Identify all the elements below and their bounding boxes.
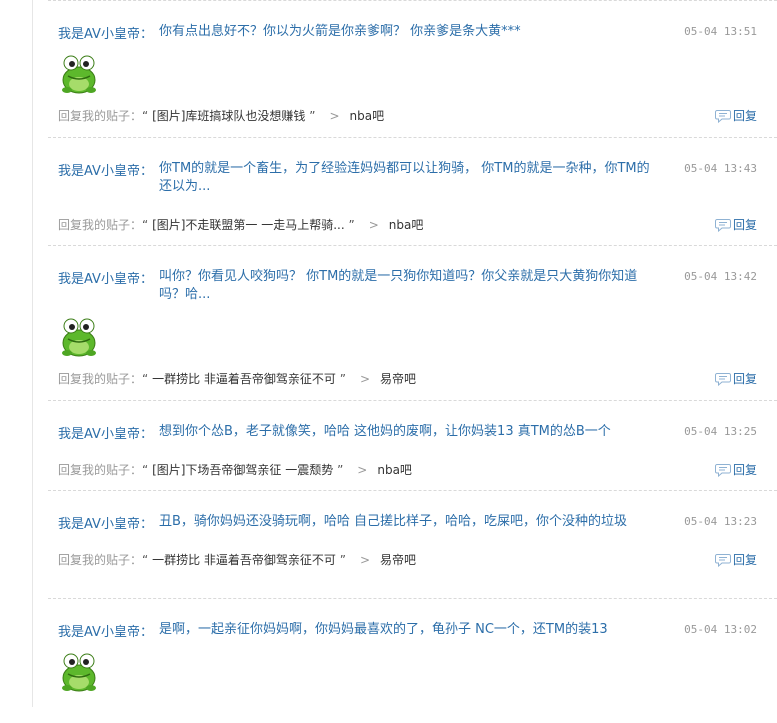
reply-author-link[interactable]: 我是AV小皇帝： bbox=[58, 268, 153, 287]
open-quote: “ bbox=[142, 218, 149, 232]
reply-time: 05-04 13:43 bbox=[684, 162, 757, 175]
reply-content-link[interactable]: 想到你个怂B，老子就像笑，哈哈 这他妈的废啊，让你妈装13 真TM的怂B一个 bbox=[159, 423, 659, 441]
post-title-link[interactable]: [图片]不走联盟第一 一走马上帮骑... bbox=[152, 218, 345, 232]
reply-item: 我是AV小皇帝： 是啊，一起亲征你妈妈啊，你妈妈最喜欢的了，龟孙子 NC一个，还… bbox=[48, 598, 777, 713]
reply-author-link[interactable]: 我是AV小皇帝： bbox=[58, 513, 153, 532]
close-quote: ” bbox=[339, 372, 346, 386]
reply-meta: 回复我的贴子：“ [图片]库班搞球队也没想赚钱 ” > nba吧 回复 bbox=[48, 107, 777, 125]
reply-item: 我是AV小皇帝： 你TM的就是一个畜生，为了经验连妈妈都可以让狗骑， 你TM的就… bbox=[48, 137, 777, 245]
forum-link[interactable]: nba吧 bbox=[389, 218, 424, 232]
reply-button[interactable]: 回复 bbox=[714, 461, 757, 478]
reply-time: 05-04 13:42 bbox=[684, 270, 757, 283]
close-quote: ” bbox=[337, 463, 344, 477]
reply-prefix-label: 回复我的贴子： bbox=[58, 218, 143, 232]
reply-content-link[interactable]: 你有点出息好不？你以为火箭是你亲爹啊？ 你亲爹是条大黄*** bbox=[159, 23, 659, 41]
reply-item: 我是AV小皇帝： 想到你个怂B，老子就像笑，哈哈 这他妈的废啊，让你妈装13 真… bbox=[48, 400, 777, 490]
forum-link[interactable]: nba吧 bbox=[377, 463, 412, 477]
reply-meta: 回复我的贴子：“ [图片]不走联盟第一 一走马上帮骑... ” > nba吧 回复 bbox=[48, 216, 777, 234]
speech-bubble-icon bbox=[714, 109, 731, 123]
reply-time: 05-04 13:51 bbox=[684, 25, 757, 38]
frog-emoticon-icon bbox=[62, 653, 96, 692]
reply-label[interactable]: 回复 bbox=[733, 370, 757, 387]
separator-glyph: > bbox=[359, 372, 370, 386]
reply-label[interactable]: 回复 bbox=[733, 216, 757, 233]
close-quote: ” bbox=[348, 218, 355, 232]
post-title-link[interactable]: 一群捞比 非逼着吾帝御驾亲征不可 bbox=[152, 553, 336, 567]
open-quote: “ bbox=[142, 553, 149, 567]
reply-prefix-label: 回复我的贴子： bbox=[58, 553, 143, 567]
reply-meta: 回复我的贴子：“ [图片]下场吾帝御驾亲征 一震颓势 ” > nba吧 回复 bbox=[48, 461, 777, 479]
reply-label[interactable]: 回复 bbox=[733, 461, 757, 478]
reply-button[interactable]: 回复 bbox=[714, 370, 757, 387]
reply-author-link[interactable]: 我是AV小皇帝： bbox=[58, 621, 153, 640]
frog-emoticon-icon bbox=[62, 318, 96, 357]
open-quote: “ bbox=[142, 372, 149, 386]
post-title-link[interactable]: [图片]下场吾帝御驾亲征 一震颓势 bbox=[152, 463, 333, 477]
reply-prefix-label: 回复我的贴子： bbox=[58, 463, 143, 477]
reply-prefix-label: 回复我的贴子： bbox=[58, 372, 143, 386]
reply-meta: 回复我的贴子：“ 一群捞比 非逼着吾帝御驾亲征不可 ” > 易帝吧 回复 bbox=[48, 551, 777, 569]
reply-author-link[interactable]: 我是AV小皇帝： bbox=[58, 160, 153, 179]
reply-content-link[interactable]: 是啊，一起亲征你妈妈啊，你妈妈最喜欢的了，龟孙子 NC一个，还TM的装13 bbox=[159, 621, 659, 639]
close-quote: ” bbox=[339, 553, 346, 567]
reply-item: 我是AV小皇帝： 你有点出息好不？你以为火箭是你亲爹啊？ 你亲爹是条大黄*** … bbox=[48, 0, 777, 137]
reply-content-link[interactable]: 叫你？你看见人咬狗吗？ 你TM的就是一只狗你知道吗？你父亲就是只大黄狗你知道吗？… bbox=[159, 268, 659, 304]
forum-link[interactable]: nba吧 bbox=[350, 109, 385, 123]
separator-glyph: > bbox=[368, 218, 379, 232]
reply-meta: 回复我的贴子：“ 一群捞比 非逼着吾帝御驾亲征不可 ” > 易帝吧 回复 bbox=[48, 370, 777, 388]
frog-emoticon-icon bbox=[62, 55, 96, 94]
reply-content-link[interactable]: 丑B，骑你妈妈还没骑玩啊，哈哈 自己搓比样子，哈哈，吃屎吧，你个没种的垃圾 bbox=[159, 513, 659, 531]
post-title-link[interactable]: 一群捞比 非逼着吾帝御驾亲征不可 bbox=[152, 372, 336, 386]
reply-time: 05-04 13:02 bbox=[684, 623, 757, 636]
reply-content-link[interactable]: 你TM的就是一个畜生，为了经验连妈妈都可以让狗骑， 你TM的就是一杂种，你TM的… bbox=[159, 160, 659, 196]
reply-meta bbox=[48, 705, 777, 723]
reply-time: 05-04 13:23 bbox=[684, 515, 757, 528]
left-column-divider bbox=[32, 0, 33, 707]
separator-glyph: > bbox=[329, 109, 340, 123]
forum-link[interactable]: 易帝吧 bbox=[380, 553, 416, 567]
reply-time: 05-04 13:25 bbox=[684, 425, 757, 438]
reply-button[interactable]: 回复 bbox=[714, 216, 757, 233]
reply-label[interactable]: 回复 bbox=[733, 107, 757, 124]
reply-button[interactable]: 回复 bbox=[714, 107, 757, 124]
reply-author-link[interactable]: 我是AV小皇帝： bbox=[58, 23, 153, 42]
post-title-link[interactable]: [图片]库班搞球队也没想赚钱 bbox=[152, 109, 305, 123]
speech-bubble-icon bbox=[714, 553, 731, 567]
speech-bubble-icon bbox=[714, 372, 731, 386]
speech-bubble-icon bbox=[714, 218, 731, 232]
speech-bubble-icon bbox=[714, 463, 731, 477]
separator-glyph: > bbox=[359, 553, 370, 567]
reply-item: 我是AV小皇帝： 叫你？你看见人咬狗吗？ 你TM的就是一只狗你知道吗？你父亲就是… bbox=[48, 245, 777, 400]
reply-label[interactable]: 回复 bbox=[733, 551, 757, 568]
forum-link[interactable]: 易帝吧 bbox=[380, 372, 416, 386]
reply-prefix-label: 回复我的贴子： bbox=[58, 109, 143, 123]
reply-item: 我是AV小皇帝： 丑B，骑你妈妈还没骑玩啊，哈哈 自己搓比样子，哈哈，吃屎吧，你… bbox=[48, 490, 777, 598]
reply-list: 我是AV小皇帝： 你有点出息好不？你以为火箭是你亲爹啊？ 你亲爹是条大黄*** … bbox=[48, 0, 777, 713]
open-quote: “ bbox=[142, 109, 149, 123]
reply-author-link[interactable]: 我是AV小皇帝： bbox=[58, 423, 153, 442]
reply-button[interactable]: 回复 bbox=[714, 551, 757, 568]
open-quote: “ bbox=[142, 463, 149, 477]
close-quote: ” bbox=[309, 109, 316, 123]
separator-glyph: > bbox=[357, 463, 368, 477]
